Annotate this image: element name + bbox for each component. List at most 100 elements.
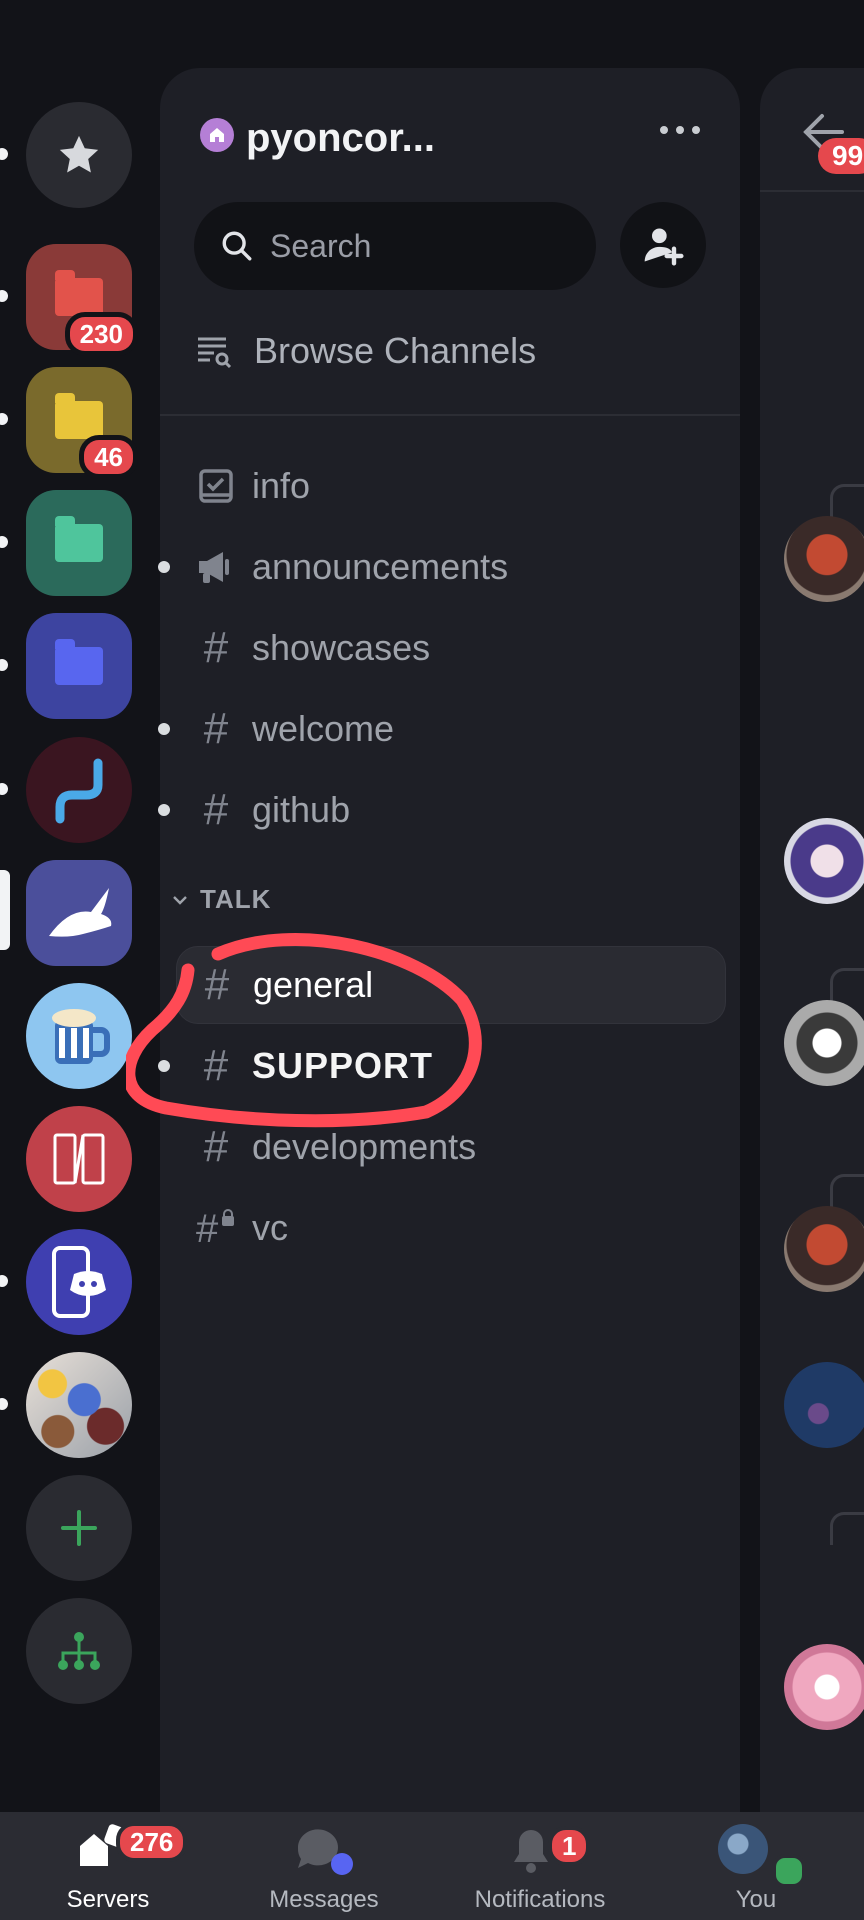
user-avatar (718, 1824, 769, 1874)
online-status-icon (772, 1854, 806, 1888)
hash-icon: # (203, 623, 229, 672)
server-red-app[interactable] (26, 1106, 132, 1212)
unread-indicator (158, 561, 170, 573)
server-title[interactable]: pyoncor... (246, 116, 435, 161)
rules-icon (196, 466, 236, 506)
svg-text:#: # (196, 1208, 219, 1248)
tab-servers[interactable]: 276 Servers (0, 1812, 216, 1920)
locked-hash-icon: # (196, 1208, 236, 1248)
discord-phone-icon (52, 1246, 106, 1318)
channel-general[interactable]: # general (176, 946, 726, 1024)
plus-icon (61, 1510, 97, 1546)
reply-connector (830, 968, 864, 1001)
avatar[interactable] (784, 1644, 864, 1730)
star-icon (59, 135, 99, 173)
unread-indicator (0, 290, 8, 302)
browse-channels-button[interactable]: Browse Channels (196, 330, 536, 372)
hash-icon: # (203, 1122, 229, 1171)
server-directory-button[interactable] (26, 1598, 132, 1704)
tab-notifications[interactable]: 1 Notifications (432, 1812, 648, 1920)
avatar[interactable] (784, 1206, 864, 1292)
selected-server-indicator (0, 870, 10, 950)
browse-channels-label: Browse Channels (254, 330, 537, 371)
server-collage[interactable] (26, 1352, 132, 1458)
server-rail: 230 46 (0, 0, 160, 1812)
server-discord-mobile[interactable] (26, 1229, 132, 1335)
app-panels-icon (53, 1133, 105, 1185)
chevron-down-icon (173, 895, 187, 905)
reply-connector (830, 1174, 864, 1207)
channel-info[interactable]: info (160, 446, 740, 526)
avatar[interactable] (784, 1000, 864, 1086)
folder-icon (55, 393, 103, 439)
tab-label: Notifications (474, 1886, 606, 1913)
channel-support[interactable]: # SUPPORT (158, 1026, 740, 1106)
folder-icon (55, 270, 103, 316)
reply-connector (830, 1512, 864, 1545)
unread-indicator (158, 723, 170, 735)
tab-messages[interactable]: Messages (216, 1812, 432, 1920)
search-bar[interactable]: Search (194, 202, 596, 290)
mention-badge: 46 (79, 435, 138, 479)
avatar[interactable] (784, 516, 864, 602)
channel-developments[interactable]: # developments (160, 1107, 740, 1187)
search-placeholder: Search (270, 227, 372, 264)
megaphone-icon (196, 547, 236, 587)
collage-image (26, 1352, 132, 1458)
channel-vc[interactable]: # vc (160, 1188, 740, 1268)
tab-you[interactable]: You (648, 1812, 864, 1920)
channel-panel: pyoncor... Search Browse Channels info a… (158, 68, 740, 1812)
avatar[interactable] (784, 818, 864, 904)
avatar[interactable] (784, 1362, 864, 1448)
unread-indicator (0, 1398, 8, 1410)
reply-connector (830, 484, 864, 517)
rabbit-logo-icon (49, 888, 112, 937)
category-label: TALK (200, 884, 272, 914)
server-home-icon (200, 118, 234, 152)
channel-label: github (252, 789, 351, 830)
channel-label: developments (252, 1126, 477, 1167)
folder-icon (55, 639, 103, 685)
channel-github[interactable]: # github (158, 770, 740, 850)
unread-indicator (158, 1060, 170, 1072)
channel-label: welcome (252, 708, 395, 749)
server-folder-red[interactable]: 230 (26, 244, 138, 356)
channel-label: general (253, 964, 374, 1005)
channel-label: showcases (252, 627, 431, 668)
hash-icon: # (203, 1041, 229, 1090)
server-curve[interactable] (26, 737, 132, 843)
tab-label: Messages (269, 1886, 379, 1913)
divider (760, 190, 864, 192)
chat-preview-panel: 99 (760, 68, 864, 1812)
channel-label: SUPPORT (252, 1045, 434, 1086)
hash-icon: # (204, 960, 230, 1009)
unread-indicator (0, 783, 8, 795)
hash-icon: # (203, 785, 229, 834)
notifications-badge: 1 (548, 1826, 591, 1866)
invite-button[interactable] (620, 202, 706, 288)
channel-welcome[interactable]: # welcome (158, 689, 740, 769)
server-folder-blue[interactable] (26, 613, 132, 719)
server-folder-green[interactable] (26, 490, 132, 596)
server-folder-yellow[interactable]: 46 (26, 367, 138, 479)
servers-badge: 276 (116, 1822, 188, 1862)
channel-label: vc (252, 1207, 288, 1248)
unread-indicator (0, 413, 8, 425)
hub-tree-icon (58, 1632, 100, 1670)
category-talk[interactable]: TALK (170, 884, 271, 915)
add-server-button[interactable] (26, 1475, 132, 1581)
favorites-button[interactable] (26, 102, 132, 208)
unread-count-badge: 99 (818, 138, 864, 174)
server-beer[interactable] (26, 983, 132, 1089)
beer-mug-icon (52, 1009, 110, 1064)
channel-announcements[interactable]: announcements (158, 527, 740, 607)
add-member-icon (644, 228, 684, 266)
channel-showcases[interactable]: # showcases (160, 608, 740, 688)
chat-bubble-icon (297, 1829, 353, 1875)
channel-label: announcements (252, 546, 509, 587)
server-pyoncord[interactable] (26, 860, 132, 966)
more-options-button[interactable] (660, 126, 700, 134)
hash-icon: # (203, 704, 229, 753)
curve-logo-icon (55, 758, 103, 824)
unread-indicator (158, 804, 170, 816)
